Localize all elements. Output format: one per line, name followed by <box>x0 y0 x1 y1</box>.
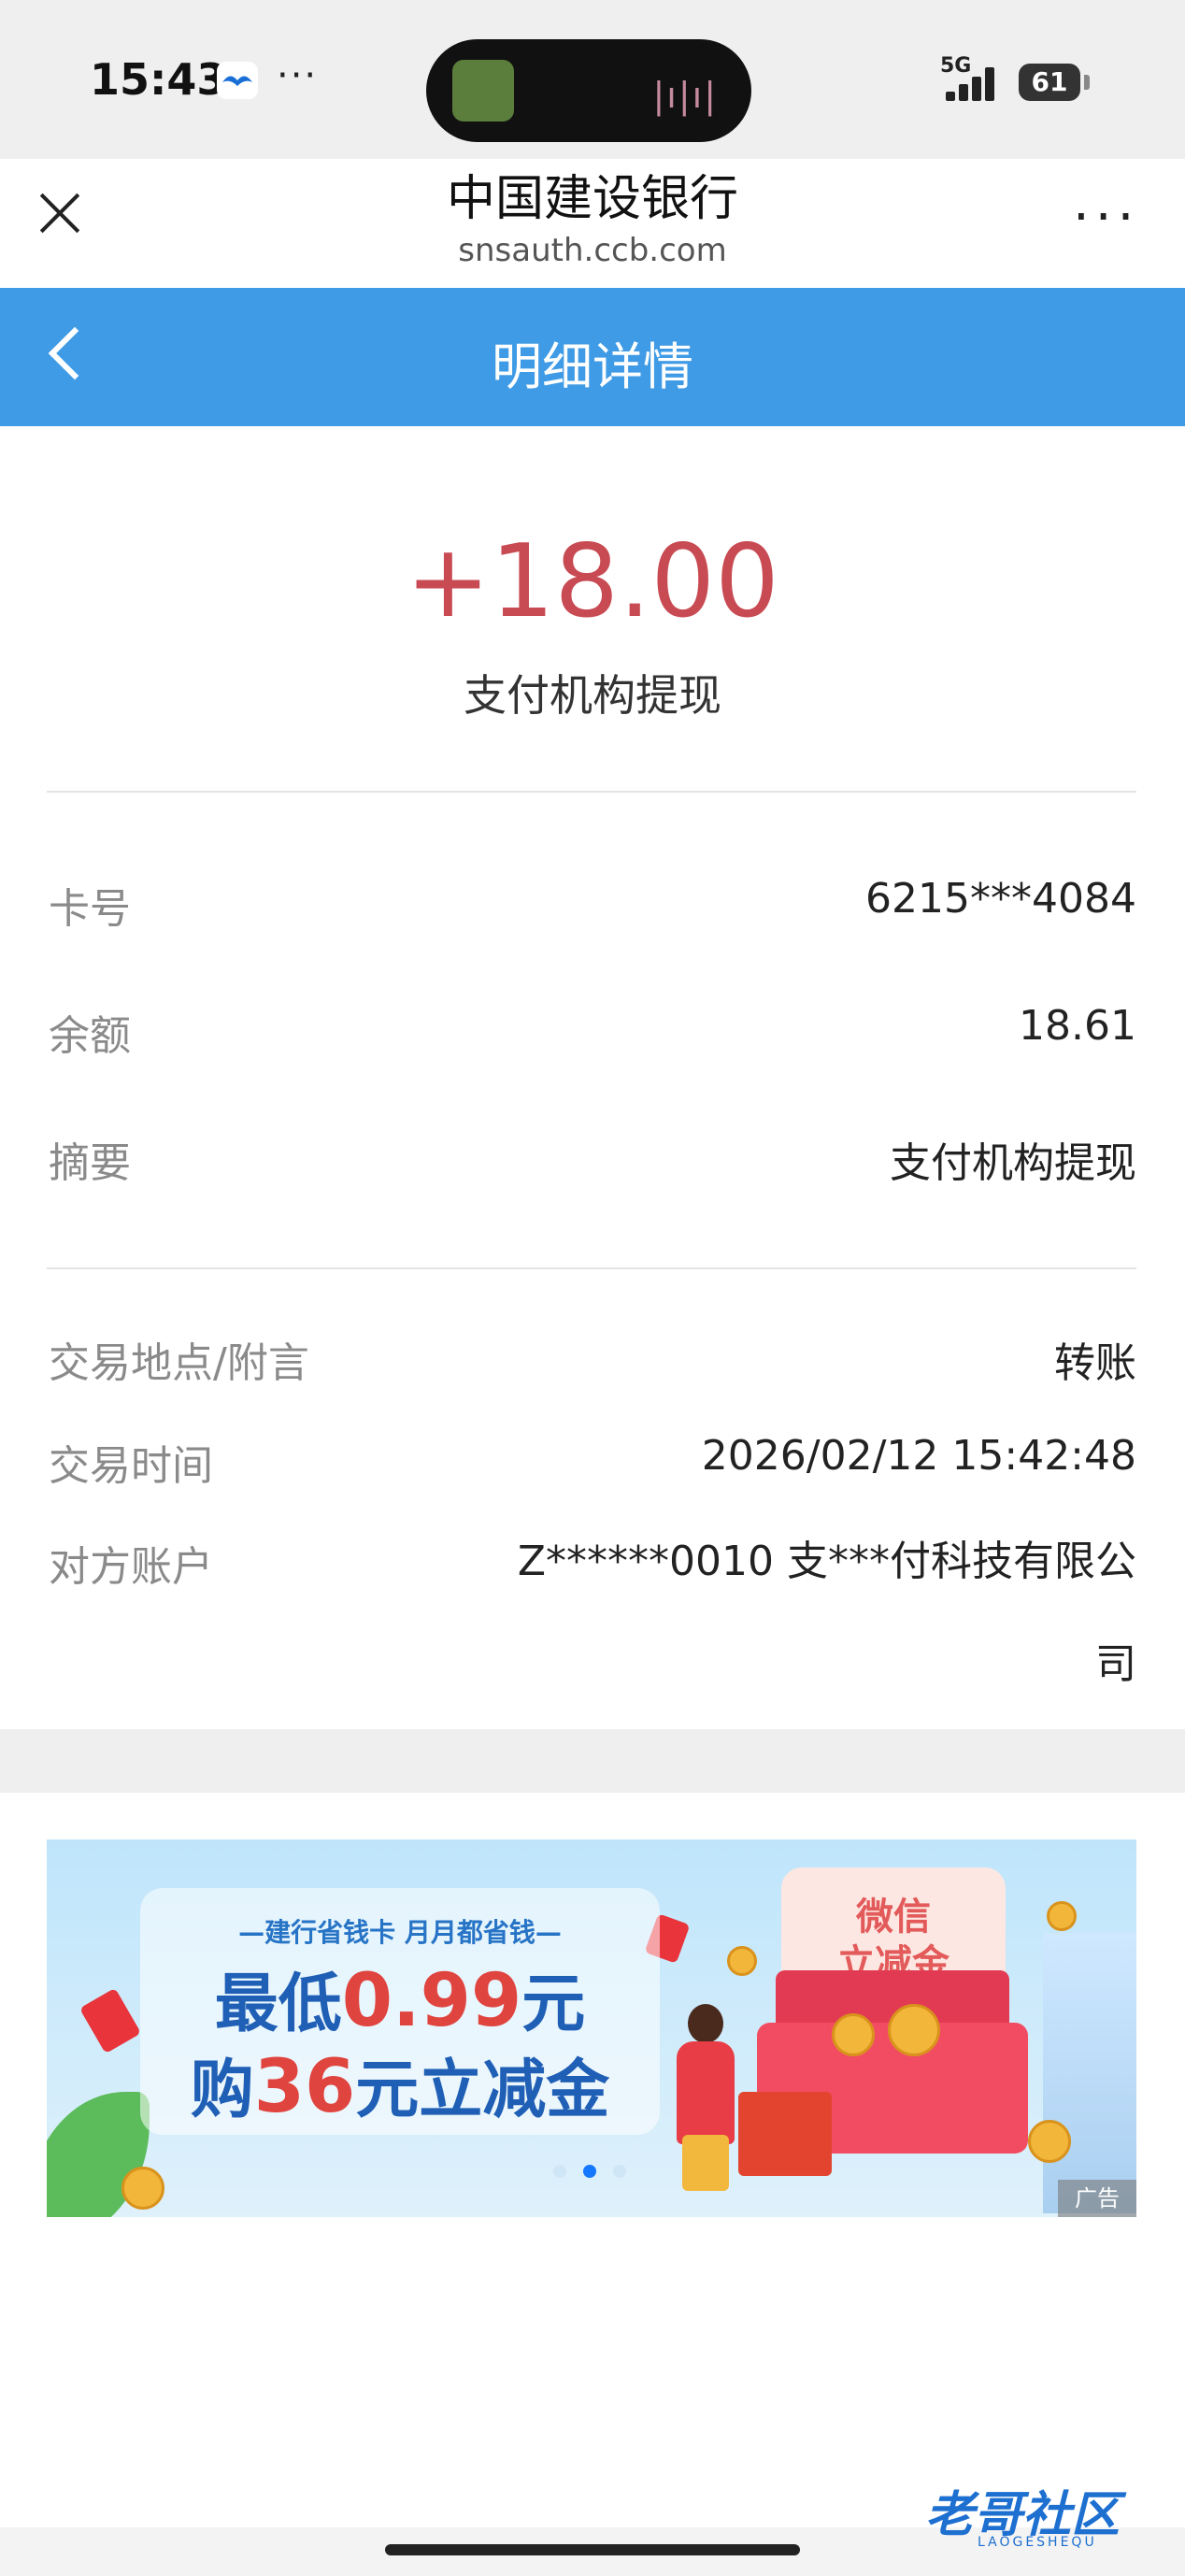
ad-label: 广告 <box>1058 2180 1136 2217</box>
counterparty-label: 对方账户 <box>49 1543 213 1591</box>
page-header: 明细详情 <box>0 288 1185 426</box>
card-number-value: 6215***4084 <box>865 875 1136 923</box>
promo-tagline: —建行省钱卡 月月都省钱— <box>238 1917 562 1948</box>
shopper-illustration <box>664 2004 748 2200</box>
coin-icon <box>1028 2120 1071 2163</box>
page-title: 明细详情 <box>492 337 693 396</box>
counterparty-value: Z******0010 支***付科技有限公司 <box>517 1538 1136 1688</box>
coin-icon <box>121 2167 164 2210</box>
status-more-icon: ··· <box>277 54 319 97</box>
balance-label: 余额 <box>49 1012 131 1060</box>
promo-line-2-suffix: 元立减金 <box>355 2054 610 2127</box>
shopper-head <box>688 2004 723 2043</box>
signal-bars-icon <box>946 67 1002 101</box>
home-indicator[interactable] <box>385 2544 800 2555</box>
more-menu-icon[interactable]: ··· <box>1073 187 1139 248</box>
status-time: 15:43 <box>90 54 227 105</box>
promo-line-1-suffix: 元 <box>521 1968 586 2041</box>
summary-label: 摘要 <box>49 1139 131 1187</box>
promo-price: 0.99 <box>341 1959 522 2043</box>
coin-icon <box>832 2013 875 2056</box>
promo-line-1: 最低0.99元 <box>140 1952 660 2044</box>
battery-level: 61 <box>1019 64 1080 101</box>
now-playing-avatar <box>452 60 514 122</box>
transaction-time-label: 交易时间 <box>49 1442 213 1490</box>
promo-card: —建行省钱卡 月月都省钱— 最低0.99元 购36元立减金 <box>140 1888 660 2135</box>
divider <box>47 791 1136 793</box>
watermark-subtext: LAOGESHEQU <box>978 2535 1097 2550</box>
transaction-time-value: 2026/02/12 15:42:48 <box>701 1432 1136 1480</box>
promo-line-1-prefix: 最低 <box>214 1968 342 2041</box>
location-note-value: 转账 <box>1054 1339 1136 1387</box>
promo-line-2-prefix: 购 <box>190 2054 254 2127</box>
browser-url: snsauth.ccb.com <box>458 232 727 269</box>
divider <box>47 1267 1136 1269</box>
promo-banner[interactable]: —建行省钱卡 月月都省钱— 最低0.99元 购36元立减金 微信 立减金 广告 <box>47 1839 1136 2217</box>
coin-icon <box>727 1946 757 1976</box>
carousel-dot[interactable] <box>613 2165 626 2178</box>
summary-value: 支付机构提现 <box>890 1139 1136 1187</box>
wechat-coupon-line-1: 微信 <box>856 1896 931 1939</box>
shopping-cart-illustration <box>738 2092 832 2176</box>
shopper-body <box>677 2041 735 2144</box>
location-note-label: 交易地点/附言 <box>49 1339 309 1387</box>
dynamic-island[interactable]: |ı|ı| <box>426 39 751 142</box>
promo-amount: 36 <box>253 2045 356 2129</box>
battery-tip-icon <box>1084 75 1090 90</box>
promo-line-2: 购36元立减金 <box>140 2038 660 2130</box>
coin-icon <box>888 2004 940 2056</box>
browser-title: 中国建设银行 <box>446 171 738 227</box>
audio-wave-icon: |ı|ı| <box>652 75 718 116</box>
section-gap <box>0 1729 1185 1793</box>
app-notification-icon <box>217 62 258 99</box>
building-decoration <box>1043 1933 1136 2213</box>
carousel-dot-active[interactable] <box>583 2165 596 2178</box>
transaction-amount: +18.00 <box>406 523 779 640</box>
carousel-dot[interactable] <box>553 2165 566 2178</box>
shopper-skirt <box>682 2135 729 2191</box>
card-number-label: 卡号 <box>49 885 131 933</box>
balance-value: 18.61 <box>1019 1002 1136 1050</box>
transaction-description: 支付机构提现 <box>464 670 721 721</box>
red-packet-icon <box>79 1987 142 2054</box>
status-bar: 15:43 ··· |ı|ı| 5G 61 中国建设银行 snsauth.ccb… <box>0 0 1185 269</box>
coin-icon <box>1047 1901 1077 1931</box>
